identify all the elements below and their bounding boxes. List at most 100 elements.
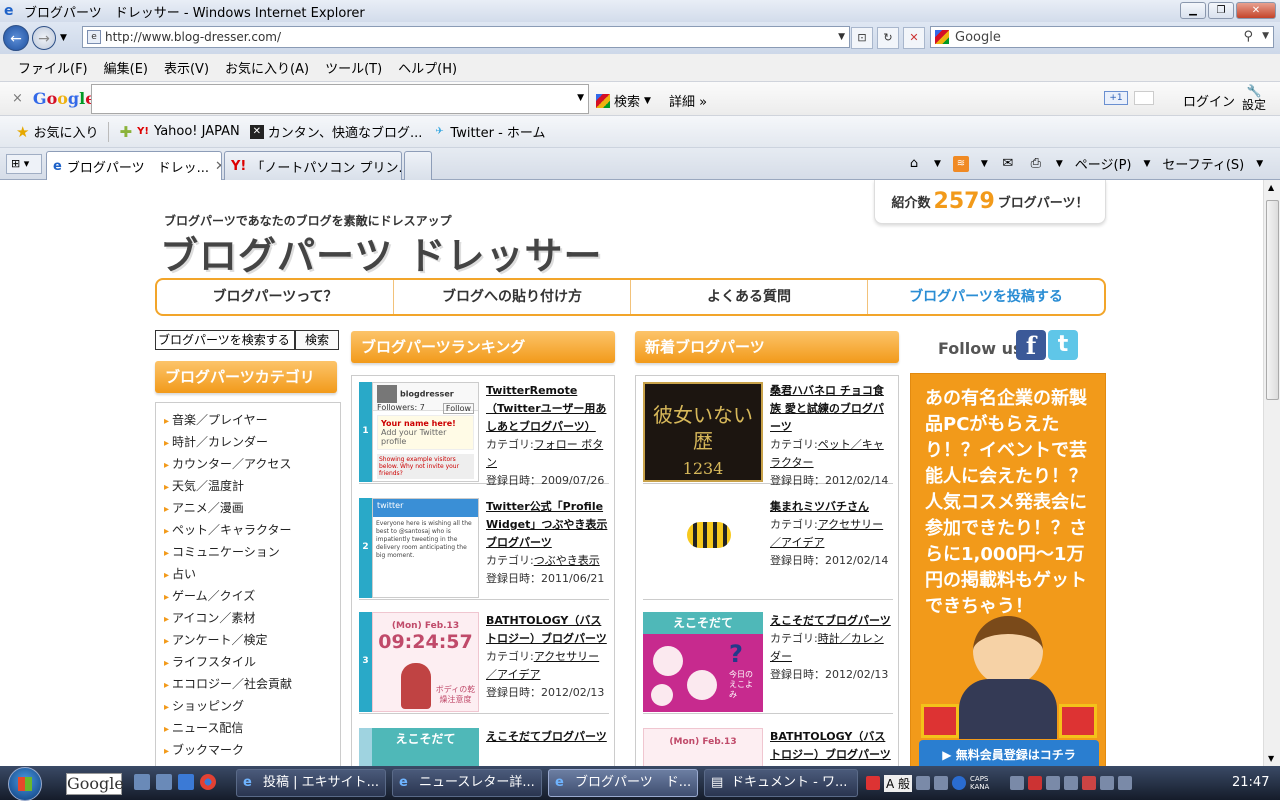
new-tab-button[interactable]: [404, 151, 432, 180]
new-title-link[interactable]: BATHTOLOGY（バストロジー）ブログパーツ: [770, 728, 892, 764]
login-button[interactable]: ログイン: [1183, 91, 1235, 110]
new-thumbnail[interactable]: 彼女いない歴 1234: [643, 382, 763, 482]
ime-tool-icon[interactable]: [916, 776, 931, 790]
google-search-button[interactable]: 検索 ▼: [596, 91, 651, 110]
nav-submit[interactable]: ブログパーツを投稿する: [868, 280, 1104, 314]
minimize-button[interactable]: ▁: [1180, 2, 1206, 19]
forward-button[interactable]: →: [32, 26, 56, 50]
facebook-icon[interactable]: f: [1016, 330, 1046, 360]
refresh-icon[interactable]: ↻: [877, 27, 899, 49]
site-search-input[interactable]: ブログパーツを検索する: [155, 330, 295, 350]
toolbar-close-icon[interactable]: ×: [12, 91, 23, 106]
ranking-thumbnail[interactable]: えこそだて: [359, 728, 479, 766]
nav-about[interactable]: ブログパーツって？: [157, 280, 394, 314]
taskbar-item-word[interactable]: ▤ ドキュメント - ワ...: [704, 769, 858, 797]
favorite-yahoo[interactable]: Y! Yahoo! JAPAN: [136, 124, 240, 139]
category-item[interactable]: ニュース配信: [164, 717, 340, 739]
scrollbar-thumb[interactable]: [1266, 200, 1279, 400]
google-desktop-search[interactable]: Google: [66, 773, 124, 795]
help-icon[interactable]: [952, 776, 967, 790]
ime-indicator[interactable]: A 般: [884, 774, 913, 792]
nav-faq[interactable]: よくある質問: [631, 280, 868, 314]
new-thumbnail[interactable]: (Mon) Feb.13: [643, 728, 763, 766]
ranking-thumbnail[interactable]: 2 twitter Everyone here is wishing all t…: [359, 498, 479, 598]
category-item[interactable]: 占い: [164, 563, 340, 585]
new-title-link[interactable]: 桑君ハバネロ チョコ食族 愛と試練のブログパーツ: [770, 382, 892, 436]
register-button[interactable]: ▶ 無料会員登録はコチラ: [919, 740, 1099, 766]
tray-app-icon[interactable]: [1082, 776, 1097, 790]
ranking-title-link[interactable]: えこそだてブログパーツ: [486, 728, 608, 746]
category-item[interactable]: ライフスタイル: [164, 651, 340, 673]
new-thumbnail[interactable]: えこそだて ? 今日のえこよみ: [643, 612, 763, 712]
explorer-icon[interactable]: [134, 774, 150, 790]
category-item[interactable]: 音楽／プレイヤー: [164, 409, 340, 431]
favorite-twitter[interactable]: ✈ Twitter - ホーム: [432, 122, 545, 142]
rss-feed-icon[interactable]: ≋: [952, 155, 969, 172]
category-item[interactable]: アンケート／検定: [164, 629, 340, 651]
menu-tools[interactable]: ツール(T): [325, 58, 382, 77]
network-icon[interactable]: [1010, 776, 1025, 790]
menu-view[interactable]: 表示(V): [164, 58, 209, 77]
category-item[interactable]: 天気／温度計: [164, 475, 340, 497]
category-item[interactable]: コミュニケーション: [164, 541, 340, 563]
google-search-input[interactable]: ▼: [91, 84, 589, 114]
category-item[interactable]: カウンター／アクセス: [164, 453, 340, 475]
alert-icon[interactable]: [866, 776, 880, 790]
ranking-title-link[interactable]: BATHTOLOGY（バストロジー）ブログパーツ: [486, 612, 608, 648]
print-icon[interactable]: ⎙: [1028, 156, 1044, 172]
plus-one-icon[interactable]: +1: [1104, 91, 1128, 105]
category-item[interactable]: ゲーム／クイズ: [164, 585, 340, 607]
tab-notepc[interactable]: Y! 「ノートパソコン プリン...: [224, 151, 402, 180]
security-icon[interactable]: [1028, 776, 1043, 790]
ranking-title-link[interactable]: TwitterRemote（Twitterユーザー用あしあとブログパーツ）: [486, 382, 608, 436]
ranking-title-link[interactable]: Twitter公式「Profile Widget」つぶやき表示ブログパーツ: [486, 498, 608, 552]
new-title-link[interactable]: 集まれミツバチさん: [770, 498, 892, 516]
scroll-down-icon[interactable]: ▼: [1268, 754, 1274, 763]
safety-menu[interactable]: セーフティ(S): [1162, 154, 1244, 173]
chrome-icon[interactable]: [200, 774, 216, 790]
ranking-thumbnail[interactable]: 3 (Mon) Feb.13 09:24:57 ボディの乾燥注意度: [359, 612, 479, 712]
tab-close-icon[interactable]: ✕: [215, 159, 221, 174]
site-logo[interactable]: ブログパーツ ドレッサー: [160, 225, 602, 280]
clock[interactable]: 21:47: [1232, 775, 1269, 790]
quick-tabs-button[interactable]: ⊞ ▾: [6, 154, 42, 174]
ime-pad-icon[interactable]: [934, 776, 949, 790]
tray-app-icon[interactable]: [1064, 776, 1079, 790]
category-item[interactable]: ショッピング: [164, 695, 340, 717]
ie-icon[interactable]: [178, 774, 194, 790]
scroll-up-icon[interactable]: ▲: [1268, 183, 1274, 192]
google-detail-button[interactable]: 詳細 »: [669, 91, 707, 110]
taskbar-item-excite[interactable]: e 投稿 | エキサイト...: [236, 769, 386, 797]
favorites-button[interactable]: お気に入り: [33, 122, 98, 141]
search-icon[interactable]: ⚲: [1243, 29, 1253, 44]
maximize-button[interactable]: ❐: [1208, 2, 1234, 19]
category-item[interactable]: 時計／カレンダー: [164, 431, 340, 453]
close-button[interactable]: ✕: [1236, 2, 1276, 19]
tray-app-icon[interactable]: [1100, 776, 1115, 790]
category-item[interactable]: アイコン／素材: [164, 607, 340, 629]
google-search-dropdown-icon[interactable]: ▼: [577, 93, 584, 103]
menu-favorites[interactable]: お気に入り(A): [225, 58, 309, 77]
settings-button[interactable]: 🔧 設定: [1242, 84, 1266, 112]
menu-file[interactable]: ファイル(F): [18, 58, 88, 77]
monitor-ad-banner[interactable]: あの有名企業の新製品PCがもらえたり！？イベントで芸能人に会えたり！？人気コスメ…: [910, 373, 1106, 766]
new-title-link[interactable]: えこそだてブログパーツ: [770, 612, 892, 630]
compat-view-icon[interactable]: ⊡: [851, 27, 873, 49]
stop-icon[interactable]: ✕: [903, 27, 925, 49]
nav-howto[interactable]: ブログへの貼り付け方: [394, 280, 631, 314]
search-dropdown-icon[interactable]: ▼: [1262, 31, 1269, 41]
favorite-blog[interactable]: ✕ カンタン、快適なブログ...: [249, 122, 422, 141]
twitter-icon[interactable]: t: [1048, 330, 1078, 360]
desktop-icon[interactable]: [156, 774, 172, 790]
category-item[interactable]: ペット／キャラクター: [164, 519, 340, 541]
tab-blog-dresser[interactable]: eブログパーツ ドレッ...✕: [46, 151, 222, 180]
search-box[interactable]: Google ⚲ ▼: [930, 26, 1274, 48]
menu-edit[interactable]: 編集(E): [104, 58, 148, 77]
page-scrollbar[interactable]: ▲ ▼: [1263, 180, 1280, 766]
menu-help[interactable]: ヘルプ(H): [398, 58, 457, 77]
history-dropdown-icon[interactable]: ▼: [60, 33, 67, 43]
mail-icon[interactable]: ✉: [1000, 156, 1016, 172]
category-item[interactable]: エコロジー／社会貢献: [164, 673, 340, 695]
page-menu[interactable]: ページ(P): [1075, 154, 1132, 173]
category-item[interactable]: アニメ／漫画: [164, 497, 340, 519]
